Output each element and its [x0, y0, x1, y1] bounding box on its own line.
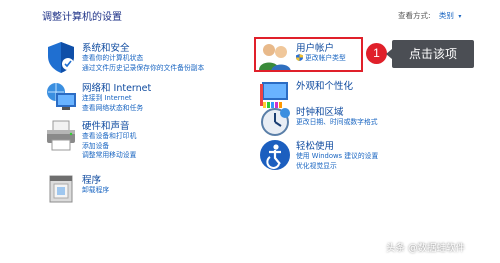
category-title[interactable]: 网络和 Internet	[82, 80, 151, 94]
category-title[interactable]: 系统和安全	[82, 40, 130, 54]
category-ease-of-access[interactable]: 轻松使用 使用 Windows 建议的设置 优化视觉显示	[258, 138, 458, 178]
programs-icon	[44, 172, 78, 206]
link-date-time-format[interactable]: 更改日期、时间或数字格式	[296, 118, 378, 128]
category-title[interactable]: 时钟和区域	[296, 104, 344, 118]
link-file-history[interactable]: 通过文件历史记录保存你的文件备份副本	[82, 64, 204, 74]
category-system-security[interactable]: 系统和安全 查看你的计算机状态 通过文件历史记录保存你的文件备份副本	[44, 40, 244, 74]
highlight-box	[254, 37, 363, 72]
view-by: 查看方式: 类别 ▾	[398, 10, 461, 21]
network-globe-icon	[44, 80, 78, 114]
clock-icon	[258, 104, 292, 138]
category-title[interactable]: 轻松使用	[296, 138, 334, 152]
printer-icon	[44, 118, 78, 152]
link-network-status[interactable]: 查看网络状态和任务	[82, 104, 143, 114]
callout-tooltip: 点击该项	[386, 40, 474, 68]
accessibility-icon	[258, 138, 292, 172]
shield-icon	[44, 40, 78, 74]
link-optimize-display[interactable]: 优化视觉显示	[296, 162, 378, 172]
view-by-dropdown[interactable]: 类别	[439, 11, 454, 20]
watermark: 头条 @数据蛙软件	[386, 243, 466, 254]
view-by-label: 查看方式:	[398, 11, 431, 20]
category-clock-region[interactable]: 时钟和区域 更改日期、时间或数字格式	[258, 104, 458, 136]
category-title[interactable]: 外观和个性化	[296, 78, 353, 92]
link-connect-internet[interactable]: 连接到 Internet	[82, 94, 143, 104]
chevron-down-icon[interactable]: ▾	[458, 13, 461, 20]
category-title[interactable]: 程序	[82, 172, 101, 186]
category-hardware-sound[interactable]: 硬件和声音 查看设备和打印机 添加设备 调整常用移动设置	[44, 118, 244, 162]
category-network-internet[interactable]: 网络和 Internet 连接到 Internet 查看网络状态和任务	[44, 80, 244, 114]
link-windows-recommended[interactable]: 使用 Windows 建议的设置	[296, 152, 378, 162]
link-mobility-settings[interactable]: 调整常用移动设置	[82, 151, 136, 161]
link-devices-printers[interactable]: 查看设备和打印机	[82, 132, 136, 142]
link-add-device[interactable]: 添加设备	[82, 142, 136, 152]
link-uninstall-program[interactable]: 卸载程序	[82, 186, 109, 196]
category-title[interactable]: 硬件和声音	[82, 118, 130, 132]
category-programs[interactable]: 程序 卸载程序	[44, 172, 244, 206]
link-view-status[interactable]: 查看你的计算机状态	[82, 54, 204, 64]
step-badge: 1	[366, 43, 387, 64]
page-title: 调整计算机的设置	[42, 12, 122, 23]
